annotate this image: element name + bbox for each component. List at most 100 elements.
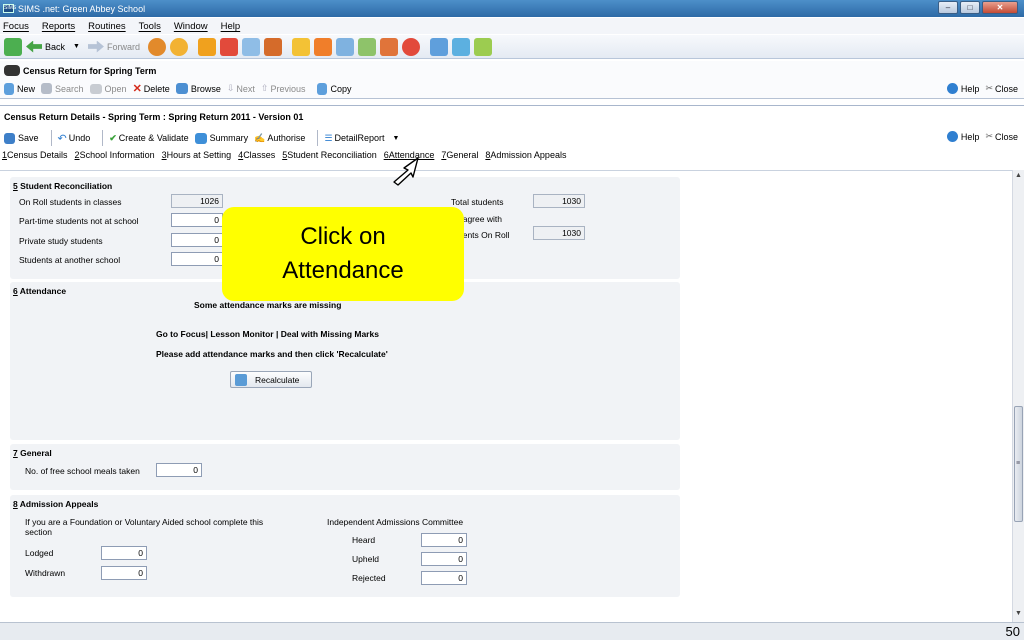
- authorise-label: Authorise: [267, 133, 306, 143]
- rejected-field[interactable]: 0: [421, 571, 467, 585]
- withdrawn-field[interactable]: 0: [101, 566, 147, 580]
- section-tabs: 1Census Details 2School Information 3Hou…: [2, 150, 566, 160]
- recalculate-button[interactable]: Recalculate: [230, 371, 312, 388]
- authorise-button[interactable]: ✍ Authorise: [254, 133, 305, 144]
- create-validate-label: Create & Validate: [118, 133, 189, 143]
- tab-label: Student Reconciliation: [287, 150, 377, 160]
- dropdown-icon[interactable]: ▼: [393, 135, 400, 142]
- next-label: Next: [236, 83, 255, 94]
- tab-student-reconciliation[interactable]: 5Student Reconciliation: [282, 150, 377, 160]
- browse-label: Browse: [190, 83, 221, 94]
- admission-note: If you are a Foundation or Voluntary Aid…: [25, 517, 264, 537]
- next-arrow-icon: ⇩: [226, 83, 235, 93]
- undo-button[interactable]: ↶ Undo: [58, 132, 91, 145]
- section-number: 8: [13, 499, 18, 509]
- students-icon[interactable]: [147, 37, 166, 56]
- tab-classes[interactable]: 4Classes: [238, 150, 275, 160]
- new-button[interactable]: New: [4, 82, 36, 95]
- search-button[interactable]: Search: [41, 83, 84, 94]
- census-return-title: Census Return for Spring Term: [4, 65, 156, 76]
- heard-field[interactable]: 0: [421, 533, 467, 547]
- delete-button[interactable]: ✕ Delete: [133, 82, 170, 95]
- open-button[interactable]: Open: [89, 83, 127, 94]
- navigation-toolbar: Back ▼ Forward: [0, 35, 1024, 59]
- puzzle-icon[interactable]: [291, 37, 310, 56]
- dropdown-icon[interactable]: ▼: [73, 43, 80, 50]
- previous-button[interactable]: ⇧ Previous: [261, 83, 306, 94]
- tab-admission-appeals[interactable]: 8Admission Appeals: [485, 150, 566, 160]
- tab-label: Census Details: [7, 150, 68, 160]
- calendar-icon[interactable]: [335, 37, 354, 56]
- clock-icon[interactable]: [401, 37, 420, 56]
- library-icon[interactable]: [429, 37, 448, 56]
- create-validate-button[interactable]: ✔ Create & Validate: [109, 133, 188, 144]
- help-button[interactable]: Help: [946, 83, 980, 94]
- help-label: Help: [960, 83, 980, 94]
- close-button[interactable]: ✂ Close: [985, 83, 1018, 94]
- tab-school-information[interactable]: 2School Information: [75, 150, 155, 160]
- rejected-label: Rejected: [352, 573, 386, 583]
- menu-routines[interactable]: Routines: [88, 21, 126, 32]
- previous-arrow-icon: ⇧: [260, 83, 269, 93]
- scroll-down-icon[interactable]: ▼: [1015, 610, 1022, 617]
- upheld-field[interactable]: 0: [421, 552, 467, 566]
- detail-report-button[interactable]: ☰ DetailReport ▼: [324, 133, 399, 144]
- people-icon[interactable]: [379, 37, 398, 56]
- lodged-label: Lodged: [25, 548, 54, 558]
- another-school-field[interactable]: 0: [171, 252, 223, 266]
- back-button[interactable]: Back ▼: [26, 40, 80, 53]
- section-title-text: General: [20, 448, 52, 458]
- part-time-field[interactable]: 0: [171, 213, 223, 227]
- tools-icon[interactable]: [451, 37, 470, 56]
- help-button[interactable]: Help: [946, 131, 979, 142]
- notebook-icon[interactable]: [197, 37, 216, 56]
- flag-icon[interactable]: [219, 37, 238, 56]
- menu-window[interactable]: Window: [174, 21, 208, 32]
- menu-focus[interactable]: Focus: [3, 21, 29, 32]
- private-study-field[interactable]: 0: [171, 233, 223, 247]
- staff-icon[interactable]: [169, 37, 188, 56]
- details-title: Census Return Details - Spring Term : Sp…: [4, 112, 304, 122]
- delete-icon: ✕: [132, 83, 142, 95]
- report-icon[interactable]: [357, 37, 376, 56]
- close-window-icon[interactable]: ✕: [982, 1, 1018, 14]
- next-button[interactable]: ⇩ Next: [227, 83, 255, 94]
- browse-button[interactable]: Browse: [175, 83, 221, 94]
- menu-help[interactable]: Help: [221, 21, 241, 32]
- help-icon: [946, 131, 958, 142]
- close-button[interactable]: ✂ Close: [985, 131, 1018, 142]
- minimize-icon[interactable]: –: [938, 1, 958, 14]
- on-roll-label: On Roll students in classes: [19, 197, 122, 207]
- group-icon[interactable]: [263, 37, 282, 56]
- content-area: 5 Student Reconciliation On Roll student…: [0, 170, 1012, 622]
- tab-general[interactable]: 7General: [441, 150, 478, 160]
- authorise-icon: ✍: [254, 132, 266, 143]
- new-label: New: [17, 83, 36, 94]
- tab-hours-at-setting[interactable]: 3Hours at Setting: [162, 150, 232, 160]
- menu-tools[interactable]: Tools: [139, 21, 161, 32]
- messages-icon[interactable]: [473, 37, 492, 56]
- tab-census-details[interactable]: 1Census Details: [2, 150, 68, 160]
- section-title-text: Attendance: [19, 286, 67, 296]
- window-controls: – □ ✕: [938, 1, 1018, 14]
- free-school-meals-field[interactable]: 0: [156, 463, 202, 477]
- checkmark-icon: ✔: [109, 132, 117, 143]
- vertical-scrollbar[interactable]: ▲ ≡ ▼: [1012, 170, 1024, 622]
- save-button[interactable]: Save: [4, 132, 39, 144]
- tab-label: Classes: [243, 150, 276, 160]
- instruction-callout: Click on Attendance: [222, 207, 464, 301]
- on-roll-field: 1026: [171, 194, 223, 208]
- summary-icon: [194, 132, 207, 144]
- maximize-icon[interactable]: □: [960, 1, 980, 14]
- lodged-field[interactable]: 0: [101, 546, 147, 560]
- details-toolbar: Save ↶ Undo ✔ Create & Validate Summary ✍ A…: [4, 130, 405, 146]
- refresh-icon[interactable]: [4, 37, 22, 56]
- assessment-icon[interactable]: [241, 37, 260, 56]
- scroll-up-icon[interactable]: ▲: [1015, 172, 1022, 179]
- forward-button[interactable]: Forward: [87, 40, 140, 53]
- free-school-meals-label: No. of free school meals taken: [25, 466, 140, 476]
- summary-button[interactable]: Summary: [194, 132, 248, 144]
- chart-icon[interactable]: [313, 37, 332, 56]
- menu-reports[interactable]: Reports: [42, 21, 75, 32]
- copy-button[interactable]: Copy: [317, 82, 351, 95]
